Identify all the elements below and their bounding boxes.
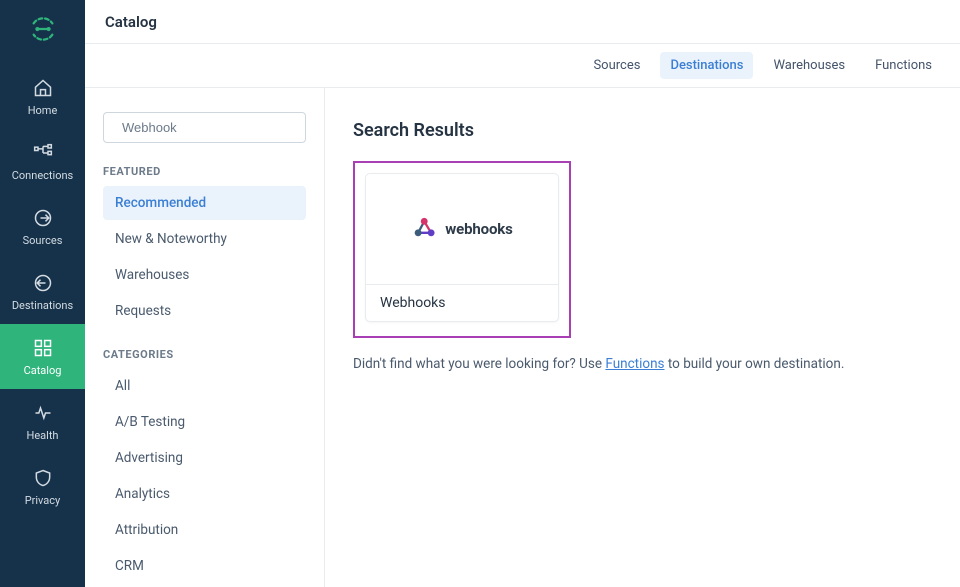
- nav-label: Privacy: [25, 494, 61, 507]
- featured-item-new[interactable]: New & Noteworthy: [103, 222, 306, 256]
- content-area: FEATURED Recommended New & Noteworthy Wa…: [85, 88, 960, 587]
- tab-warehouses[interactable]: Warehouses: [763, 52, 855, 79]
- nav-label: Health: [27, 429, 59, 442]
- nav-label: Connections: [12, 169, 73, 182]
- catalog-icon: [33, 338, 53, 358]
- categories-list: All A/B Testing Advertising Analytics At…: [103, 369, 306, 587]
- main-region: Catalog Sources Destinations Warehouses …: [85, 0, 960, 587]
- functions-link[interactable]: Functions: [605, 356, 664, 372]
- tab-sources[interactable]: Sources: [583, 52, 650, 79]
- nav-label: Catalog: [24, 364, 62, 377]
- nav-label: Destinations: [12, 299, 73, 312]
- nav-item-privacy[interactable]: Privacy: [0, 454, 85, 519]
- tab-functions[interactable]: Functions: [865, 52, 942, 79]
- card-body: webhooks: [366, 174, 558, 284]
- featured-item-warehouses[interactable]: Warehouses: [103, 258, 306, 292]
- cta-prefix: Didn't find what you were looking for? U…: [353, 356, 605, 372]
- featured-label: FEATURED: [103, 165, 306, 178]
- search-input[interactable]: [122, 120, 298, 135]
- card-label: Webhooks: [366, 284, 558, 321]
- cta-suffix: to build your own destination.: [665, 356, 845, 372]
- home-icon: [33, 78, 53, 98]
- nav-item-health[interactable]: Health: [0, 389, 85, 454]
- nav-label: Home: [28, 104, 58, 117]
- featured-list: Recommended New & Noteworthy Warehouses …: [103, 186, 306, 328]
- categories-label: CATEGORIES: [103, 348, 306, 361]
- category-item[interactable]: Advertising: [103, 441, 306, 475]
- page-header: Catalog: [85, 0, 960, 44]
- featured-item-recommended[interactable]: Recommended: [103, 186, 306, 220]
- nav-item-catalog[interactable]: Catalog: [0, 324, 85, 389]
- destinations-icon: [33, 273, 53, 293]
- nav-item-sources[interactable]: Sources: [0, 194, 85, 259]
- nav-item-destinations[interactable]: Destinations: [0, 259, 85, 324]
- connections-icon: [33, 143, 53, 163]
- sources-icon: [33, 208, 53, 228]
- filter-sidebar: FEATURED Recommended New & Noteworthy Wa…: [85, 88, 325, 587]
- results-heading: Search Results: [353, 120, 932, 141]
- health-icon: [33, 403, 53, 423]
- webhooks-logo: webhooks: [411, 216, 512, 242]
- category-item[interactable]: CRM: [103, 549, 306, 583]
- nav-item-home[interactable]: Home: [0, 64, 85, 129]
- page-title: Catalog: [105, 13, 157, 31]
- nav-item-connections[interactable]: Connections: [0, 129, 85, 194]
- privacy-icon: [33, 468, 53, 488]
- results-panel: Search Results: [325, 88, 960, 587]
- webhooks-icon: [411, 216, 439, 242]
- search-box[interactable]: [103, 112, 306, 143]
- nav-label: Sources: [23, 234, 63, 247]
- category-item[interactable]: Analytics: [103, 477, 306, 511]
- results-cta: Didn't find what you were looking for? U…: [353, 356, 932, 372]
- category-item[interactable]: Attribution: [103, 513, 306, 547]
- brand-logo: [28, 14, 58, 44]
- result-highlight: webhooks Webhooks: [353, 161, 571, 338]
- featured-item-requests[interactable]: Requests: [103, 294, 306, 328]
- main-nav: Home Connections Sources Destinations Ca…: [0, 0, 85, 587]
- webhooks-logo-text: webhooks: [445, 220, 512, 238]
- catalog-tabs: Sources Destinations Warehouses Function…: [85, 44, 960, 88]
- category-item[interactable]: A/B Testing: [103, 405, 306, 439]
- result-card-webhooks[interactable]: webhooks Webhooks: [365, 173, 559, 322]
- tab-destinations[interactable]: Destinations: [660, 52, 753, 79]
- category-item[interactable]: All: [103, 369, 306, 403]
